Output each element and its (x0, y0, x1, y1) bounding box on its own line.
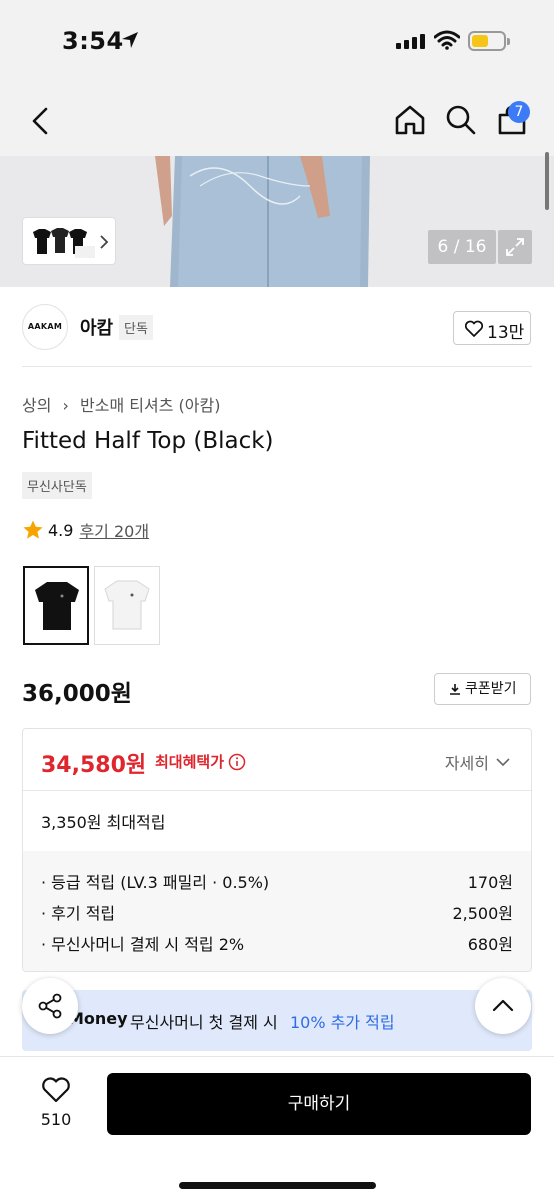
musinsa-money-banner[interactable]: Money 무신사머니 첫 결제 시 10% 추가 적립 (22, 990, 532, 1051)
color-option-white[interactable] (94, 566, 160, 645)
max-benefit-price: 34,580원 (41, 753, 147, 778)
review-link[interactable]: 후기 20개 (79, 518, 149, 542)
chevron-up-icon (492, 999, 514, 1012)
points-row: · 후기 적립 2,500원 (41, 900, 513, 924)
expand-button[interactable] (498, 230, 532, 264)
breadcrumb-separator: › (62, 396, 69, 415)
detail-toggle[interactable]: 자세히 (445, 750, 511, 774)
points-label: · 등급 적립 (LV.3 패밀리 · 0.5%) (41, 873, 270, 892)
status-bar: 3:54 (0, 0, 554, 86)
product-page: 3:54 7 6 / 16 AAKAM 아캄 단독 13만 상의 › 반소매 티… (0, 0, 554, 1200)
star-icon (23, 520, 43, 539)
divider (22, 366, 532, 367)
status-time: 3:54 (62, 27, 124, 55)
heart-icon (464, 320, 484, 337)
buy-button[interactable]: 구매하기 (107, 1073, 531, 1135)
breadcrumb-subcategory[interactable]: 반소매 티셔츠 (아캄) (80, 396, 220, 415)
home-indicator (179, 1182, 376, 1189)
product-title: Fitted Half Top (Black) (22, 428, 274, 454)
points-row: · 무신사머니 결제 시 적립 2% 680원 (41, 931, 513, 955)
share-icon (38, 993, 62, 1019)
search-icon[interactable] (445, 104, 477, 136)
color-option-black[interactable] (23, 566, 89, 645)
points-value: 170원 (467, 873, 513, 892)
banner-highlight: 10% 추가 적립 (290, 1013, 395, 1032)
brand-like-button[interactable]: 13만 (453, 311, 531, 345)
coupon-label: 쿠폰받기 (464, 681, 517, 697)
black-tshirt-image (35, 582, 79, 630)
musinsa-exclusive-badge: 무신사단독 (22, 472, 92, 499)
divider (23, 790, 531, 791)
share-button[interactable] (22, 978, 78, 1034)
coupon-button[interactable]: 쿠폰받기 (434, 673, 531, 705)
home-icon[interactable] (393, 103, 427, 137)
points-value: 680원 (467, 935, 513, 954)
breadcrumb-category[interactable]: 상의 (22, 396, 51, 415)
chevron-down-icon (496, 758, 510, 767)
info-icon[interactable] (228, 753, 246, 771)
white-tshirt-image (104, 580, 150, 630)
back-icon[interactable] (28, 106, 52, 136)
image-counter: 6 / 16 (428, 230, 496, 264)
max-benefit-text: 최대혜택가 (155, 753, 225, 771)
heart-icon (42, 1077, 70, 1103)
brand-name[interactable]: 아캄 (80, 314, 113, 340)
points-label: · 후기 적립 (41, 904, 116, 923)
breadcrumb: 상의 › 반소매 티셔츠 (아캄) (22, 392, 220, 416)
cart-count-badge: 7 (508, 101, 530, 123)
tshirt-thumbnails (33, 228, 95, 258)
location-arrow-icon (122, 32, 138, 48)
scroll-indicator (545, 152, 549, 210)
max-benefit-label: 최대혜택가 (155, 751, 246, 772)
points-value: 2,500원 (452, 904, 513, 923)
brand-logo[interactable]: AAKAM (22, 304, 68, 350)
benefit-panel: 34,580원 최대혜택가 자세히 3,350원 최대적립 · 등급 적립 (L… (22, 728, 532, 972)
expand-icon (506, 238, 524, 256)
download-icon (449, 684, 460, 695)
exclusive-tag: 단독 (119, 315, 153, 340)
chevron-right-icon (100, 235, 109, 249)
color-thumbnail-strip[interactable] (22, 217, 116, 265)
points-label: · 무신사머니 결제 시 적립 2% (41, 935, 245, 954)
points-total: 3,350원 최대적립 (41, 813, 166, 832)
rating-value: 4.9 (48, 520, 74, 540)
brand-like-count: 13만 (487, 323, 525, 343)
cellular-signal-icon (396, 34, 425, 49)
banner-text: 무신사머니 첫 결제 시 (130, 1013, 278, 1032)
top-nav-bar (0, 86, 554, 156)
scroll-top-button[interactable] (475, 978, 531, 1034)
battery-icon (468, 31, 510, 51)
wishlist-count: 510 (40, 1110, 72, 1129)
detail-label: 자세히 (444, 754, 489, 773)
rating-row: 4.9 후기 20개 (22, 518, 149, 542)
original-price: 36,000원 (22, 681, 132, 707)
wifi-icon (434, 30, 460, 50)
points-row: · 등급 적립 (LV.3 패밀리 · 0.5%) 170원 (41, 869, 513, 893)
points-breakdown: · 등급 적립 (LV.3 패밀리 · 0.5%) 170원 · 후기 적립 2… (23, 851, 531, 971)
wishlist-button[interactable]: 510 (28, 1074, 84, 1134)
